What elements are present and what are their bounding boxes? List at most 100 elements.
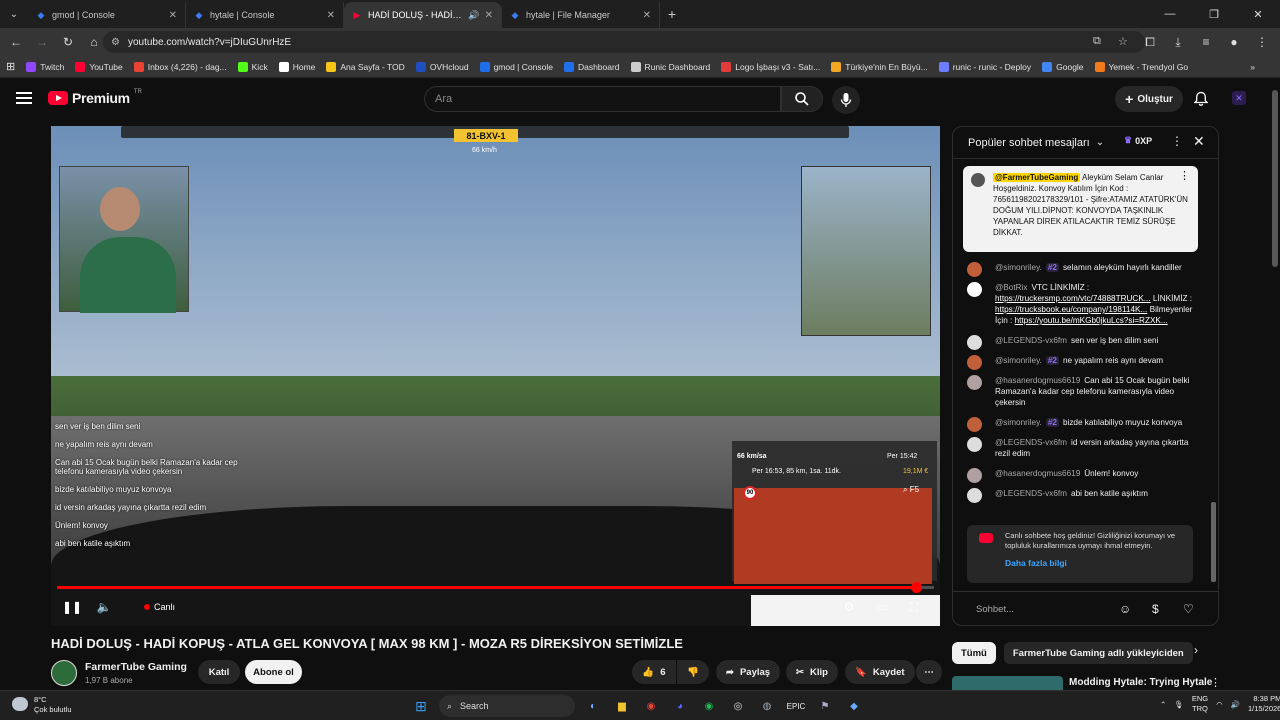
xp-badge[interactable]: ♛ 0XP: [1124, 135, 1152, 146]
volume-icon[interactable]: 🔈: [95, 598, 113, 616]
bookmark-item[interactable]: gmod | Console: [479, 61, 553, 72]
progress-bar[interactable]: [57, 582, 934, 593]
audio-playing-icon[interactable]: 🔊: [468, 10, 479, 20]
download-icon[interactable]: ⤓: [1166, 30, 1190, 54]
join-button[interactable]: Katıl: [198, 660, 240, 684]
chat-link[interactable]: https://truckersmp.com/vtc/74888TRUCK...: [995, 294, 1151, 303]
theater-mode-icon[interactable]: ▭: [874, 598, 890, 616]
language-indicator[interactable]: ENG TRQ: [1192, 694, 1208, 714]
chat-author[interactable]: @simonriley.: [995, 418, 1042, 427]
weather-widget[interactable]: 8°C Çok bulutlu: [12, 695, 72, 715]
channel-name[interactable]: FarmerTube Gaming: [85, 661, 187, 673]
video-player[interactable]: 81-BXV-1 66 km/h sen ver iş ben dilim se…: [51, 126, 940, 626]
chat-author-avatar[interactable]: [967, 262, 982, 277]
chat-link[interactable]: https://trucksbook.eu/company/198114K...: [995, 305, 1147, 314]
settings-gear-icon[interactable]: ⚙: [841, 598, 857, 616]
bookmark-item[interactable]: Inbox (4,226) - dag...: [133, 61, 227, 72]
chat-author[interactable]: @hasanerdogmus6619: [995, 376, 1080, 385]
more-actions-button[interactable]: ⋯: [916, 660, 942, 684]
volume-tray-icon[interactable]: 🔊: [1231, 700, 1240, 709]
chevron-down-icon[interactable]: ⌄: [1096, 137, 1104, 148]
close-tab-icon[interactable]: ✕: [485, 10, 493, 21]
tab-hytale-console[interactable]: ◆ hytale | Console ✕: [186, 2, 344, 28]
chrome-icon[interactable]: ◉: [640, 695, 662, 717]
close-window-button[interactable]: ✕: [1236, 0, 1280, 28]
chevron-right-icon[interactable]: ›: [1194, 643, 1198, 657]
site-info-icon[interactable]: ⚙: [111, 37, 120, 48]
apps-grid-icon[interactable]: ⊞: [6, 60, 15, 73]
close-tab-icon[interactable]: ✕: [169, 10, 177, 21]
more-bookmarks-icon[interactable]: »: [1250, 62, 1255, 72]
chat-author-avatar[interactable]: [967, 282, 982, 297]
live-badge[interactable]: Canlı: [144, 602, 175, 612]
pinned-menu-icon[interactable]: ⋮: [1179, 171, 1190, 182]
app-icon-2[interactable]: ◆: [843, 695, 865, 717]
system-clock[interactable]: 8:38 PM 1/15/2026: [1248, 694, 1280, 714]
bookmark-item[interactable]: Yemek - Trendyol Go: [1094, 61, 1188, 72]
bookmark-item[interactable]: Home: [278, 61, 315, 72]
chat-author[interactable]: @LEGENDS-vx6fm: [995, 489, 1067, 498]
chat-author[interactable]: @LEGENDS-vx6fm: [995, 336, 1067, 345]
bookmark-item[interactable]: Logo İşbaşı v3 - Satı...: [721, 61, 820, 72]
recommended-video-thumbnail[interactable]: [952, 676, 1063, 690]
dislike-button[interactable]: 👎: [677, 660, 709, 684]
chat-link[interactable]: https://youtu.be/mKGb0jkuLcs?si=RZXK...: [1015, 316, 1168, 325]
chat-author-avatar[interactable]: [967, 437, 982, 452]
learn-more-link[interactable]: Daha fazla bilgi: [1005, 558, 1183, 568]
create-button[interactable]: + Oluştur: [1115, 86, 1183, 112]
tab-gmod-console[interactable]: ◆ gmod | Console ✕: [28, 2, 186, 28]
voice-search-button[interactable]: [832, 86, 860, 114]
microphone-tray-icon[interactable]: 🎙: [1174, 700, 1184, 709]
page-scrollbar[interactable]: [1272, 90, 1278, 267]
maximize-window-button[interactable]: ❐: [1192, 0, 1236, 28]
chat-author-avatar[interactable]: [967, 335, 982, 350]
close-chat-icon[interactable]: ✕: [1193, 133, 1205, 150]
bookmark-item[interactable]: OVHcloud: [415, 61, 469, 72]
profile-icon[interactable]: ●: [1222, 30, 1246, 54]
bookmark-item[interactable]: Kick: [237, 61, 268, 72]
minimize-window-button[interactable]: —: [1148, 0, 1192, 28]
chip-from-uploader[interactable]: FarmerTube Gaming adlı yükleyiciden: [1003, 642, 1193, 664]
close-tab-icon[interactable]: ✕: [327, 10, 335, 21]
back-button[interactable]: ←: [4, 30, 28, 54]
chat-author-avatar[interactable]: [967, 468, 982, 483]
chat-mode-selector[interactable]: Popüler sohbet mesajları: [968, 137, 1090, 149]
channel-avatar[interactable]: [51, 660, 77, 686]
pinned-author[interactable]: @FarmerTubeGaming: [993, 173, 1081, 182]
chat-author[interactable]: @BotRix: [995, 283, 1027, 292]
guide-menu-icon[interactable]: [16, 92, 32, 104]
bookmark-star-icon[interactable]: ☆: [1118, 35, 1128, 48]
pause-button[interactable]: ❚❚: [62, 598, 82, 616]
extensions-icon[interactable]: ⧠: [1138, 30, 1162, 54]
tab-hytale-file-manager[interactable]: ◆ hytale | File Manager ✕: [502, 2, 660, 28]
youtube-premium-logo[interactable]: Premium TR: [48, 89, 142, 106]
emoji-icon[interactable]: ☺: [1119, 602, 1131, 616]
search-input[interactable]: Ara: [424, 86, 781, 112]
chat-input[interactable]: Sohbet... ☺ $ ♡: [953, 591, 1218, 625]
bookmark-item[interactable]: runic - runic - Deploy: [938, 61, 1031, 72]
windows-start-icon[interactable]: ⊞: [410, 695, 432, 717]
chat-author[interactable]: @LEGENDS-vx6fm: [995, 438, 1067, 447]
search-button[interactable]: [781, 86, 823, 112]
bookmark-item[interactable]: Google: [1042, 61, 1084, 72]
epic-games-icon[interactable]: EPIC: [785, 695, 807, 717]
forward-button[interactable]: →: [30, 30, 54, 54]
chat-scrollbar[interactable]: [1211, 502, 1216, 582]
like-button[interactable]: 👍 6: [632, 660, 676, 684]
super-chat-icon[interactable]: $: [1152, 602, 1159, 616]
spotify-icon[interactable]: ◉: [698, 695, 720, 717]
bookmark-item[interactable]: Dashboard: [563, 61, 620, 72]
app-icon[interactable]: ⚑: [814, 695, 836, 717]
wifi-icon[interactable]: ◠: [1216, 700, 1223, 709]
notifications-button[interactable]: [1190, 88, 1212, 110]
chip-all[interactable]: Tümü: [952, 642, 996, 664]
chat-author-avatar[interactable]: [967, 375, 982, 390]
close-tab-icon[interactable]: ✕: [643, 10, 651, 21]
address-bar[interactable]: ⚙ youtube.com/watch?v=jDIuGUnrHzE ⧉ ☆: [103, 31, 1145, 53]
browser-menu-icon[interactable]: ⋮: [1250, 30, 1274, 54]
chat-author[interactable]: @simonriley.: [995, 356, 1042, 365]
new-tab-button[interactable]: +: [660, 6, 684, 22]
subscribe-button[interactable]: Abone ol: [245, 660, 302, 684]
tab-search-icon[interactable]: ⌄: [0, 0, 28, 28]
chat-author-avatar[interactable]: [967, 355, 982, 370]
